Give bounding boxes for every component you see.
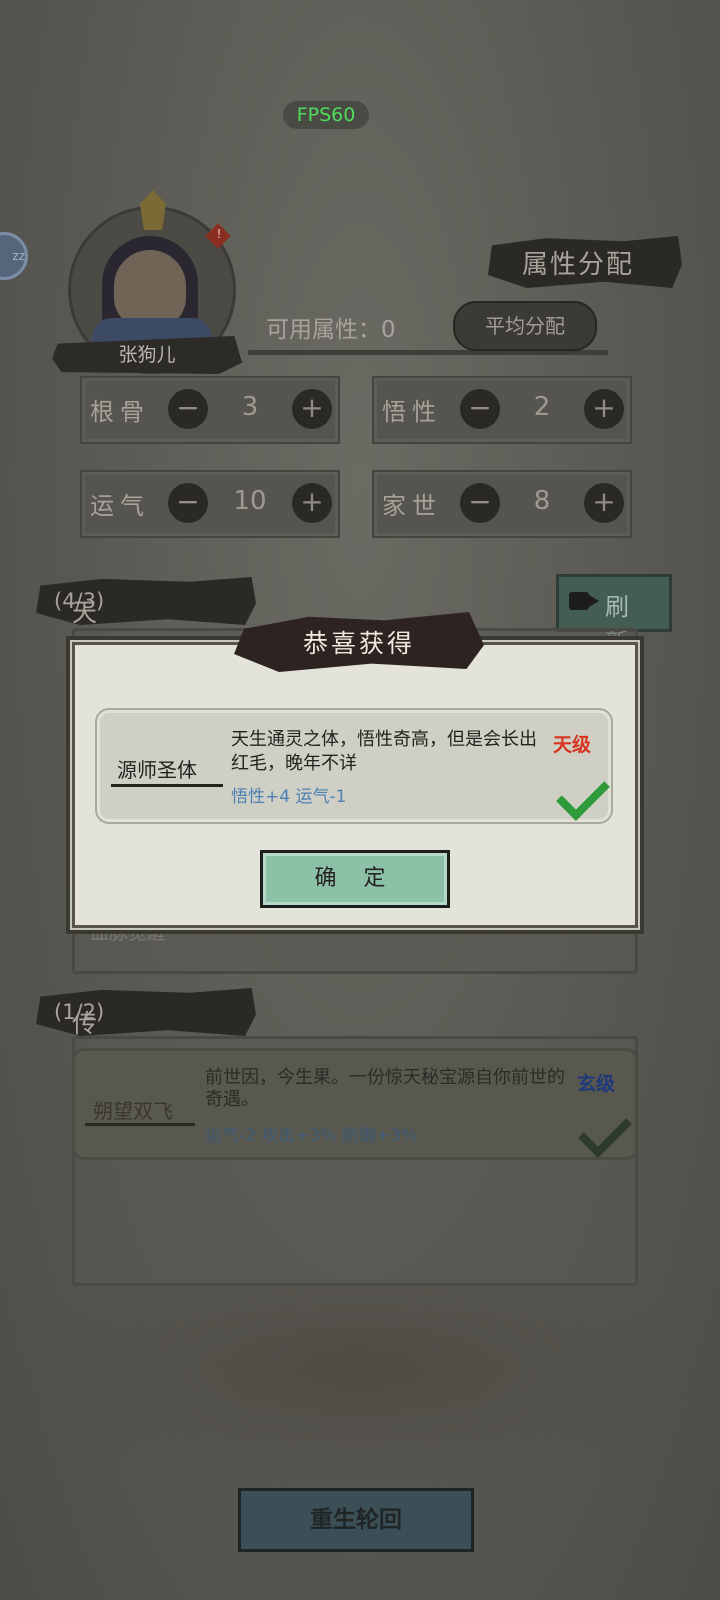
check-icon: [553, 767, 610, 821]
confirm-button[interactable]: 确 定: [260, 850, 450, 908]
reward-item-card: 源师圣体 天生通灵之体，悟性奇高，但是会长出红毛，晚年不详 悟性+4 运气-1 …: [95, 708, 613, 824]
